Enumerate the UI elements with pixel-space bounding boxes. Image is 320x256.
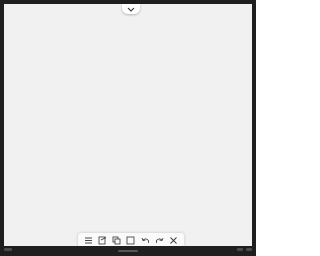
notes-icon (98, 236, 107, 244)
brand-logo-mark (118, 250, 138, 252)
bezel-indicator (237, 248, 243, 251)
collapse-panel-button[interactable] (122, 4, 140, 14)
whiteboard-canvas[interactable] (4, 4, 252, 247)
close-button[interactable] (168, 235, 179, 246)
undo-button[interactable] (140, 235, 151, 246)
bezel-indicator-left (4, 248, 12, 251)
bezel-indicators-right (237, 248, 252, 251)
notes-button[interactable] (97, 235, 108, 246)
bottom-toolbar (78, 233, 184, 247)
menu-button[interactable] (83, 235, 94, 246)
redo-button[interactable] (154, 235, 165, 246)
select-button[interactable] (125, 235, 136, 246)
copy-icon (112, 236, 121, 244)
redo-icon (156, 237, 164, 243)
display-device (0, 0, 256, 256)
square-select-icon (127, 236, 135, 244)
chevron-down-icon (127, 7, 135, 12)
menu-icon (84, 237, 92, 243)
bezel-indicator (246, 248, 252, 251)
undo-icon (141, 237, 149, 243)
close-icon (170, 236, 178, 244)
copy-button[interactable] (111, 235, 122, 246)
